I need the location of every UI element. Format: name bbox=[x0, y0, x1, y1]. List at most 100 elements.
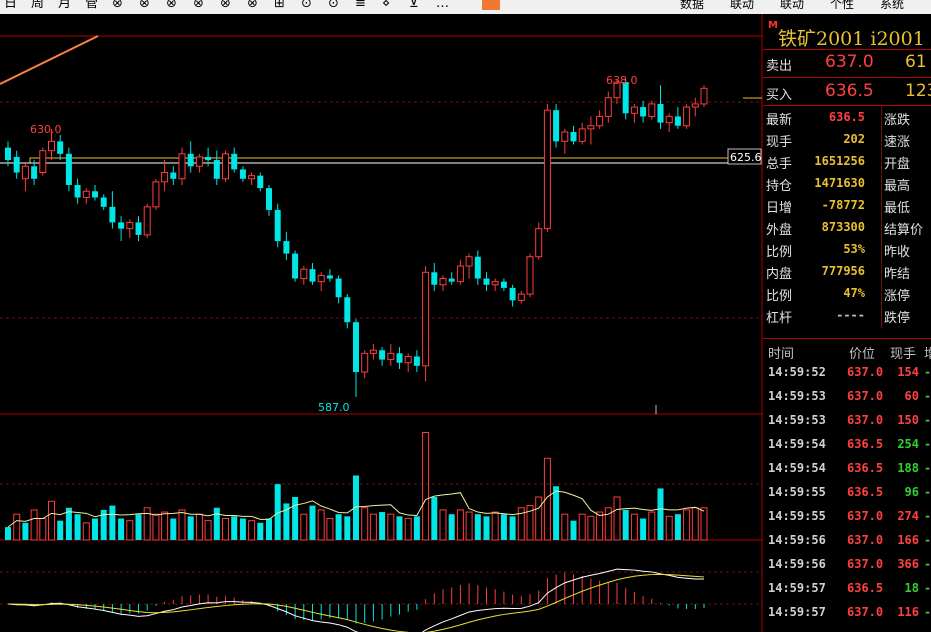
kline-chart[interactable]: 625.6 638.0 630.0 587.0 bbox=[0, 14, 763, 632]
candle-body[interactable] bbox=[587, 125, 595, 130]
toolbar-button-6[interactable]: ⊗ bbox=[166, 0, 177, 12]
candle-body[interactable] bbox=[39, 150, 47, 174]
toolbar-button-8[interactable]: ⊗ bbox=[220, 0, 231, 12]
candle-body[interactable] bbox=[21, 165, 29, 180]
toolbar-menu-3[interactable]: 个性 bbox=[830, 0, 854, 12]
toolbar-button-9[interactable]: ⊗ bbox=[247, 0, 258, 12]
candle-body[interactable] bbox=[274, 209, 281, 242]
candle-body[interactable] bbox=[178, 153, 186, 180]
candle-body[interactable] bbox=[5, 147, 11, 161]
candle-body[interactable] bbox=[474, 256, 481, 279]
candle-body[interactable] bbox=[353, 322, 359, 373]
candle-body[interactable] bbox=[630, 106, 638, 114]
candle-body[interactable] bbox=[74, 185, 81, 198]
candle-body[interactable] bbox=[456, 265, 464, 283]
candle-body[interactable] bbox=[13, 156, 20, 173]
candle-body[interactable] bbox=[195, 156, 203, 167]
candle-body[interactable] bbox=[239, 169, 246, 179]
toolbar-menu-1[interactable]: 联动 bbox=[730, 0, 754, 12]
candle-body[interactable] bbox=[526, 256, 534, 295]
candle-body[interactable] bbox=[161, 172, 169, 183]
candle-body[interactable] bbox=[143, 206, 151, 236]
candle-body[interactable] bbox=[535, 228, 543, 258]
toolbar-button-10[interactable]: ⊞ bbox=[274, 0, 285, 12]
toolbar-button-16[interactable]: … bbox=[436, 0, 449, 12]
toolbar-button-5[interactable]: ⊗ bbox=[139, 0, 150, 12]
candle-body[interactable] bbox=[126, 221, 134, 230]
color-swatch-icon[interactable] bbox=[482, 0, 500, 10]
candle-body[interactable] bbox=[509, 287, 516, 301]
candle-body[interactable] bbox=[570, 132, 577, 142]
candle-body[interactable] bbox=[674, 116, 681, 126]
candle-body[interactable] bbox=[170, 172, 177, 179]
candle-body[interactable] bbox=[326, 275, 333, 279]
candle-body[interactable] bbox=[361, 352, 369, 373]
candle-body[interactable] bbox=[491, 281, 499, 286]
toolbar-button-15[interactable]: ⊻ bbox=[409, 0, 419, 12]
candle-body[interactable] bbox=[543, 109, 551, 230]
candle-body[interactable] bbox=[109, 206, 116, 223]
candle-body[interactable] bbox=[465, 256, 473, 267]
toolbar-button-3[interactable]: 管 bbox=[85, 0, 98, 12]
toolbar-button-2[interactable]: 月 bbox=[58, 0, 71, 12]
candle-body[interactable] bbox=[691, 103, 699, 108]
candle-body[interactable] bbox=[517, 293, 525, 301]
toolbar-button-14[interactable]: ⋄ bbox=[382, 0, 390, 12]
sell-row[interactable]: 卖出 637.0 61 bbox=[763, 52, 931, 74]
candle-body[interactable] bbox=[640, 107, 647, 117]
toolbar-button-12[interactable]: ⊙ bbox=[328, 0, 339, 12]
candle-body[interactable] bbox=[700, 87, 708, 105]
candle-body[interactable] bbox=[222, 153, 229, 180]
candle-body[interactable] bbox=[248, 175, 256, 180]
toolbar-menu-4[interactable]: 系统 bbox=[880, 0, 904, 12]
candle-body[interactable] bbox=[604, 97, 612, 117]
candle-body[interactable] bbox=[657, 103, 664, 123]
toolbar-menu-0[interactable]: 数据 bbox=[680, 0, 704, 12]
candle-body[interactable] bbox=[231, 153, 238, 170]
candle-body[interactable] bbox=[500, 281, 507, 288]
candle-body[interactable] bbox=[292, 253, 299, 279]
candle-body[interactable] bbox=[413, 356, 420, 366]
candle-body[interactable] bbox=[65, 153, 72, 185]
candle-body[interactable] bbox=[344, 297, 351, 323]
candle-body[interactable] bbox=[578, 128, 586, 142]
candle-body[interactable] bbox=[266, 188, 272, 210]
candle-body[interactable] bbox=[257, 175, 264, 189]
candle-body[interactable] bbox=[309, 269, 316, 282]
candle-body[interactable] bbox=[205, 156, 212, 161]
toolbar-button-11[interactable]: ⊙ bbox=[301, 0, 312, 12]
toolbar-button-1[interactable]: 周 bbox=[31, 0, 44, 12]
candle-body[interactable] bbox=[31, 166, 38, 179]
candle-body[interactable] bbox=[135, 222, 142, 235]
candle-body[interactable] bbox=[152, 181, 160, 208]
toolbar-button-7[interactable]: ⊗ bbox=[193, 0, 204, 12]
candle-body[interactable] bbox=[82, 190, 90, 198]
candle-body[interactable] bbox=[553, 110, 560, 142]
candle-body[interactable] bbox=[596, 115, 604, 127]
candle-body[interactable] bbox=[379, 350, 386, 360]
candle-body[interactable] bbox=[387, 352, 395, 361]
candle-body[interactable] bbox=[57, 141, 64, 154]
buy-row[interactable]: 买入 636.5 123 bbox=[763, 81, 931, 103]
candle-body[interactable] bbox=[483, 278, 490, 285]
candle-body[interactable] bbox=[396, 353, 403, 363]
candle-body[interactable] bbox=[283, 241, 290, 254]
candle-body[interactable] bbox=[48, 140, 55, 152]
candle-body[interactable] bbox=[369, 349, 377, 354]
candle-body[interactable] bbox=[118, 222, 125, 229]
candle-body[interactable] bbox=[300, 268, 308, 280]
toolbar-button-13[interactable]: ≡ bbox=[355, 0, 366, 12]
toolbar-button-0[interactable]: 日 bbox=[4, 0, 17, 12]
candle-body[interactable] bbox=[335, 278, 342, 298]
candle-body[interactable] bbox=[431, 272, 438, 285]
toolbar-button-4[interactable]: ⊗ bbox=[112, 0, 123, 12]
toolbar-menu-2[interactable]: 联动 bbox=[780, 0, 804, 12]
candle-body[interactable] bbox=[92, 191, 98, 198]
candle-body[interactable] bbox=[665, 115, 673, 124]
candle-body[interactable] bbox=[648, 103, 656, 117]
candle-body[interactable] bbox=[448, 278, 455, 282]
candle-body[interactable] bbox=[100, 197, 107, 207]
candle-body[interactable] bbox=[213, 160, 220, 179]
candle-body[interactable] bbox=[422, 271, 430, 367]
candle-body[interactable] bbox=[561, 131, 569, 142]
